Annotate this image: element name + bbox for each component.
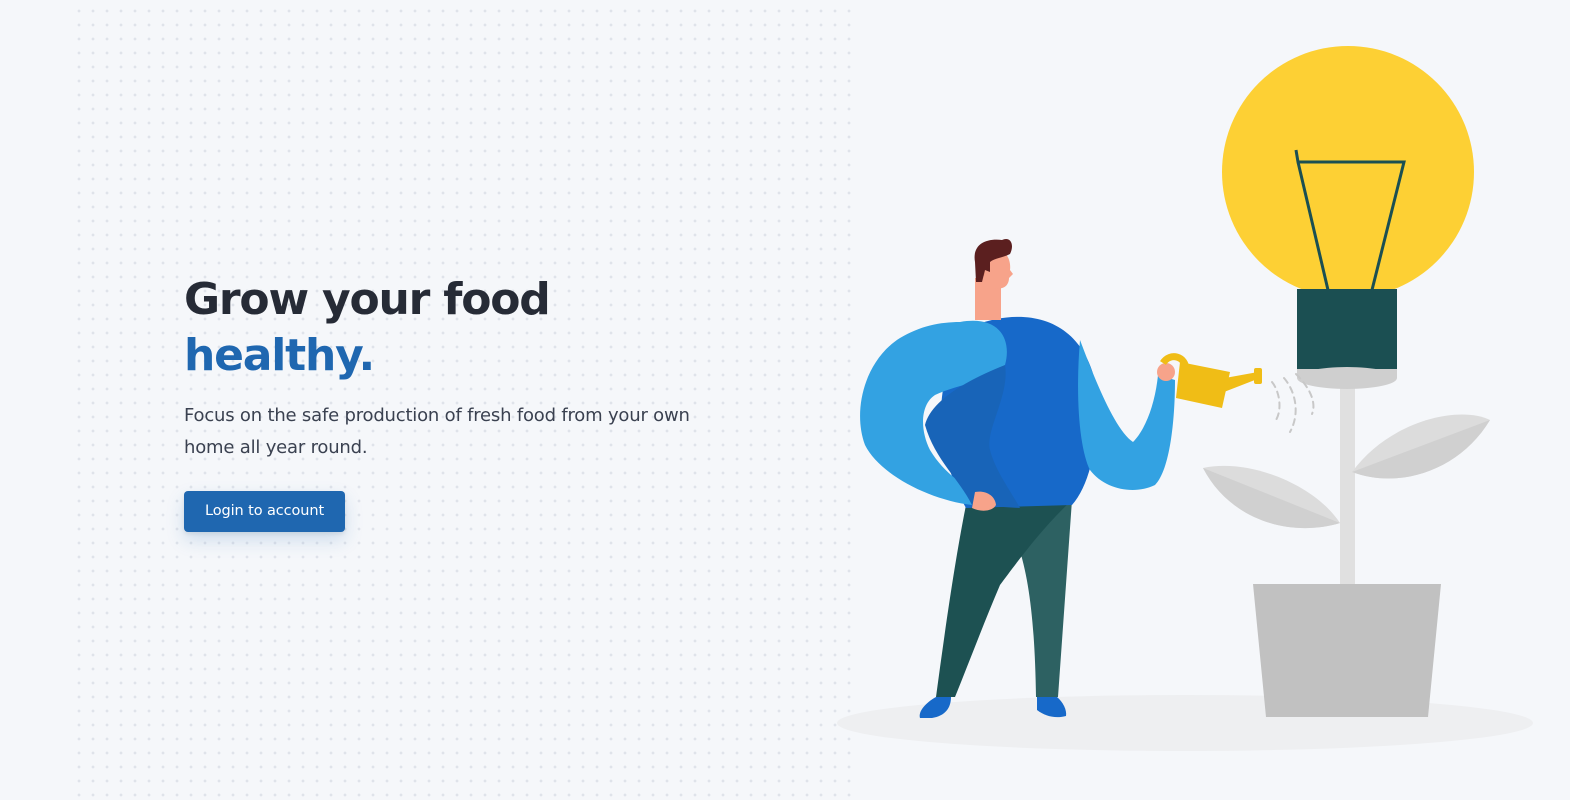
left-leaf-vein [1203,468,1340,529]
pants-back-leg [1018,500,1072,697]
lightbulb-base [1297,289,1397,371]
pants-front-leg [936,500,1072,697]
left-arm-inner [925,365,1020,508]
right-hand [1157,363,1175,381]
left-leaf [1203,465,1340,529]
lightbulb-socket [1297,367,1397,389]
right-leaf-vein [1352,420,1490,479]
login-button[interactable]: Login to account [184,491,346,532]
ear [980,265,986,276]
right-arm [1078,340,1175,490]
plant-stem [1340,385,1355,585]
shirt-torso [941,316,1098,508]
watering-can [1160,353,1262,408]
flower-pot [1253,584,1441,717]
water-drops [1271,373,1315,433]
right-leaf [1352,414,1490,479]
hero-title: Grow your food healthy. [184,272,784,384]
left-shoe [919,697,951,718]
landing-page: Grow your food healthy. Focus on the saf… [0,0,1570,800]
left-arm-outer [860,320,1007,505]
lightbulb-glass [1222,46,1474,298]
right-shoe [1037,697,1067,718]
lightbulb-filament [1294,149,1406,291]
neck [975,278,1001,320]
lightbulb-socket-top [1297,369,1397,378]
hero-title-line1: Grow your food [184,274,551,325]
hero-description: Focus on the safe production of fresh fo… [184,405,690,458]
ground-shadow [837,695,1533,751]
head [978,249,1013,290]
hero-title-accent: healthy. [184,330,375,381]
hair [974,238,1013,282]
hero-section: Grow your food healthy. Focus on the saf… [184,272,784,532]
left-hand [972,491,996,511]
